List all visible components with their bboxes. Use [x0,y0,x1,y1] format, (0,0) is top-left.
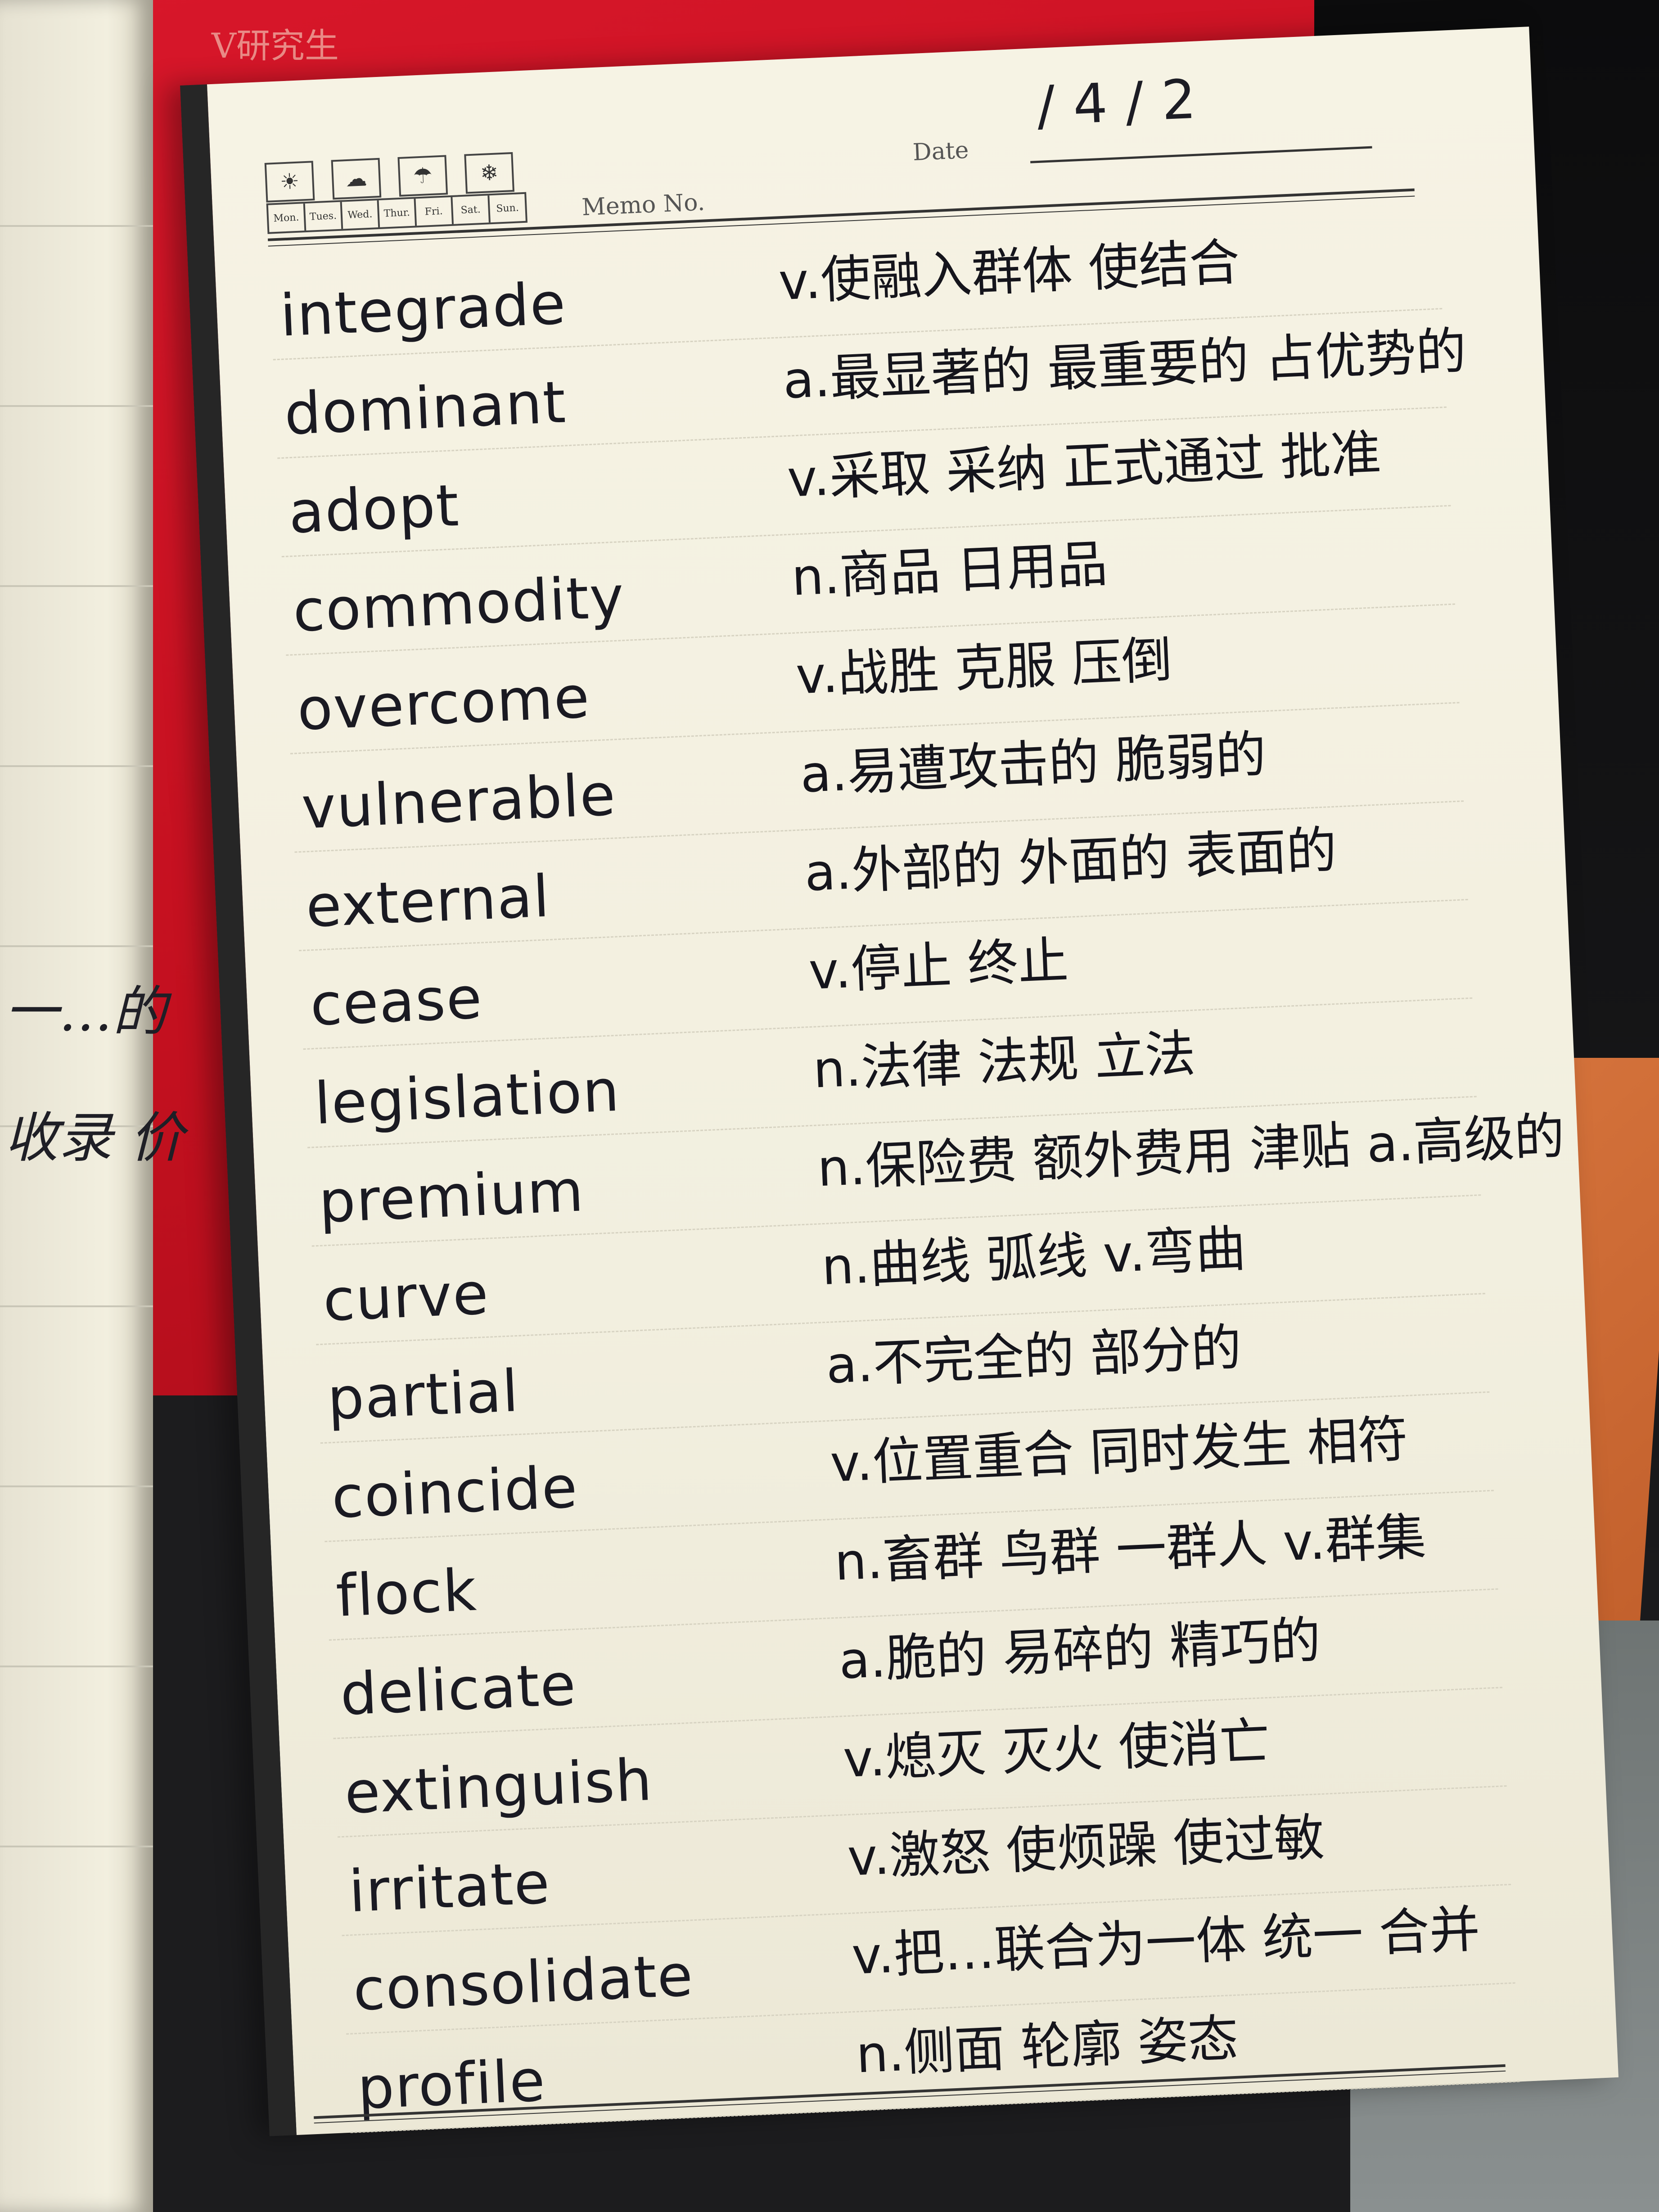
chinese-meaning: v.使融入群体 使结合 [777,233,1241,312]
english-word: cease [309,964,484,1039]
left-page-fragment: 收录 价 [5,1107,184,1169]
date-value: /4/2 [1035,67,1216,138]
left-page-rule [0,765,153,767]
weekday-label: Sun. [496,202,519,215]
english-word: delicate [339,1651,578,1729]
left-page-rule [0,1305,153,1307]
chinese-meaning: n.商品 日用品 [790,535,1109,607]
left-page-fragment: 一…的 [5,981,167,1043]
left-page-rule [0,585,153,587]
english-word: irritate [347,1849,552,1926]
weekday-label: Sat. [452,195,491,224]
english-word: consolidate [352,1942,695,2024]
left-page-rule [0,1846,153,1847]
date-underline [1030,146,1372,163]
chinese-meaning: n.侧面 轮廓 姿态 [855,2009,1240,2085]
chinese-meaning: v.熄灭 灭火 使消亡 [842,1711,1271,1789]
english-word: dominant [283,369,568,448]
left-page-rule [0,1485,153,1487]
chinese-meaning: v.停止 终止 [807,931,1070,1001]
chinese-meaning: a.不完全的 部分的 [825,1318,1243,1395]
english-word: flock [334,1557,479,1630]
english-word: adopt [287,472,461,547]
weekday-label: Tues. [305,202,343,231]
sun-icon: ☀ [264,161,315,203]
left-page-rule [0,945,153,947]
english-word: extinguish [343,1746,654,1827]
date-label: Date [912,136,969,167]
english-word: premium [317,1157,586,1236]
left-notebook-page: 一…的 收录 价 [0,0,184,2212]
english-word: vulnerable [300,761,618,842]
english-word: legislation [313,1057,622,1138]
weekday-label: Wed. [342,200,380,229]
english-word: curve [321,1260,491,1335]
weekday-label: Fri. [415,197,454,226]
memo-label: Memo No. [581,189,706,221]
left-page-rule [0,225,153,227]
chinese-meaning: v.战胜 克服 压倒 [794,631,1173,706]
weekday-label: Thur. [379,199,417,227]
english-word: coincide [330,1454,580,1532]
english-word: commodity [291,564,626,646]
left-page-rule [0,1666,153,1667]
english-word: integrade [279,270,568,350]
weekday-label: Mon. [268,203,307,232]
chinese-meaning: n.曲线 弧线 v.弯曲 [820,1219,1247,1297]
vocabulary-list: integrade v.使融入群体 使结合 dominant a.最显著的 最重要的… [269,211,1566,2133]
chinese-meaning: n.法律 法规 立法 [811,1024,1197,1100]
left-page-rule [0,405,153,407]
english-word: partial [326,1357,521,1433]
english-word: overcome [296,664,592,744]
cloud-icon: ☁ [331,158,382,200]
umbrella-icon: ☂ [397,155,448,197]
notebook-page: ☀ ☁ ☂ ❄ Mon. Tues. Wed. Thur. Fri. Sat. … [180,27,1619,2136]
snow-icon: ❄ [464,152,514,194]
english-word: external [304,862,552,941]
